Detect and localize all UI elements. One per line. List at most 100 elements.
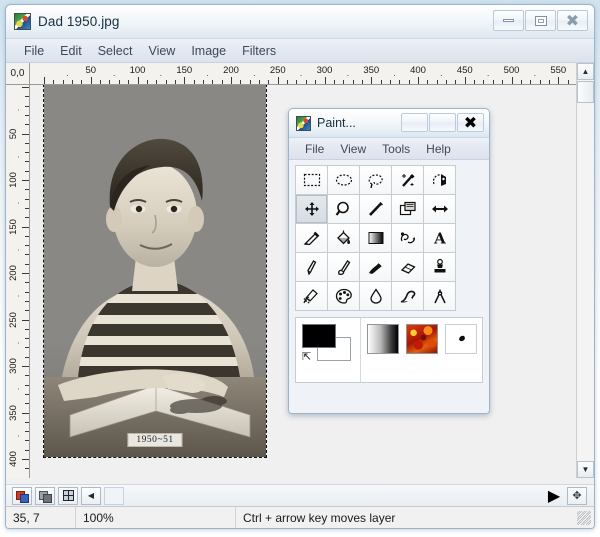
menu-image[interactable]: Image [183, 42, 234, 60]
ruler-tick [25, 468, 29, 470]
ruler-minor-mark: · [393, 70, 397, 80]
ruler-label: 100 [8, 172, 19, 188]
pan-grip-button[interactable]: ✥ [567, 486, 587, 505]
ruler-tick [25, 440, 29, 442]
ruler-minor-mark: · [299, 70, 303, 80]
move-tool[interactable] [296, 195, 328, 224]
minimize-button[interactable] [493, 10, 524, 31]
ruler-label: 200 [223, 65, 239, 76]
menu-view[interactable]: View [140, 42, 183, 60]
ruler-tick [221, 80, 223, 84]
ruler-tick [389, 80, 391, 84]
ruler-tick [62, 80, 64, 84]
ruler-tick [296, 80, 298, 84]
toolbox-close-button[interactable]: ✖ [457, 113, 484, 132]
lasso-select-tool[interactable] [360, 166, 392, 195]
ruler-tick [25, 198, 29, 200]
ruler-tick [202, 80, 204, 84]
text-tool[interactable]: A [424, 224, 456, 253]
menu-edit[interactable]: Edit [52, 42, 90, 60]
layers-color-icon-back [20, 493, 29, 503]
close-icon: ✖ [565, 10, 580, 30]
menu-file[interactable]: File [16, 42, 52, 60]
grid-button[interactable] [58, 486, 78, 505]
vertical-ruler[interactable]: 50 · 100 · 150 · 200 · 250 · 300 · 350 · 400 · [6, 85, 30, 478]
ruler-tick [446, 80, 448, 84]
layers-gray-button[interactable] [35, 486, 55, 505]
ruler-tick [174, 80, 176, 84]
toolbox-menu-view[interactable]: View [332, 140, 374, 158]
foreground-color-swatch[interactable] [302, 324, 336, 348]
ruler-tick [25, 189, 29, 191]
toolbox-titlebar[interactable]: Paint... ✖ [289, 109, 489, 138]
ruler-tick [418, 77, 419, 84]
resize-grip[interactable] [577, 511, 591, 525]
ruler-label: 300 [8, 358, 19, 374]
paintbrush-tool[interactable] [328, 253, 360, 282]
horizontal-ruler[interactable]: 50 · 100 · 150 · 200 · 250 · 300 · 350 · 400 · 450 · 500 · 5… [30, 63, 576, 85]
brush-chip[interactable] [445, 324, 477, 354]
pattern-chip[interactable] [406, 324, 438, 354]
toolbox-maximize-button[interactable] [429, 113, 456, 132]
pencil-tool[interactable] [296, 253, 328, 282]
toolbox-menu-file[interactable]: File [297, 140, 332, 158]
ruler-tick [25, 347, 29, 349]
scroll-right-button[interactable]: ▶ [544, 487, 564, 505]
scroll-down-button[interactable]: ▼ [577, 461, 594, 478]
toolbox-menu-help[interactable]: Help [418, 140, 459, 158]
toolbox-menu-tools[interactable]: Tools [374, 140, 418, 158]
blur-tool[interactable] [360, 282, 392, 311]
maximize-button[interactable] [525, 10, 556, 31]
eraser-tool[interactable] [392, 253, 424, 282]
gradient-tool[interactable] [360, 224, 392, 253]
status-zoom: 100% [76, 507, 236, 528]
ruler-tick [25, 300, 29, 302]
ruler-tick [25, 245, 29, 247]
menu-select[interactable]: Select [90, 42, 141, 60]
app-image-icon [296, 115, 311, 131]
rectangle-select-tool[interactable] [296, 166, 328, 195]
bucket-fill-tool[interactable] [328, 224, 360, 253]
main-titlebar[interactable]: Dad 1950.jpg ✖ [6, 5, 594, 39]
airbrush-tool[interactable] [296, 282, 328, 311]
ruler-tick [25, 161, 29, 163]
scroll-left-button[interactable]: ◀ [81, 486, 101, 505]
scissors-select-tool[interactable] [424, 166, 456, 195]
vertical-scroll-thumb[interactable] [577, 81, 594, 103]
ruler-tick [25, 310, 29, 312]
crop-tool[interactable] [392, 195, 424, 224]
ruler-tick [474, 80, 476, 84]
clone-stamp-tool[interactable] [424, 253, 456, 282]
vertical-scrollbar[interactable]: ▲ ▼ [576, 63, 594, 478]
ruler-label: 400 [8, 451, 19, 467]
toolbox-minimize-button[interactable] [401, 113, 428, 132]
layers-color-button[interactable] [12, 486, 32, 505]
ruler-label: 150 [8, 218, 19, 235]
ruler-minor-mark: · [252, 70, 256, 80]
magic-wand-tool[interactable] [392, 166, 424, 195]
swap-colors-icon[interactable]: ⇱ [302, 351, 314, 363]
ruler-tick [361, 80, 363, 84]
ruler-tick [44, 77, 45, 84]
smudge-tool[interactable] [392, 282, 424, 311]
color-picker-tool[interactable] [296, 224, 328, 253]
ink-tool[interactable] [360, 253, 392, 282]
measure-tool[interactable] [360, 195, 392, 224]
close-button[interactable]: ✖ [557, 10, 588, 31]
ruler-tick [436, 80, 438, 84]
ruler-tick [539, 80, 541, 84]
scroll-track[interactable] [104, 486, 124, 505]
zoom-tool[interactable] [328, 195, 360, 224]
perspective-clone-tool[interactable] [392, 224, 424, 253]
palette-tool[interactable] [328, 282, 360, 311]
svg-text:A: A [433, 230, 446, 248]
menu-filters[interactable]: Filters [234, 42, 284, 60]
scroll-up-button[interactable]: ▲ [577, 63, 594, 80]
image-layer[interactable]: 1950~51 [43, 85, 267, 458]
flip-tool[interactable] [424, 195, 456, 224]
ellipse-select-tool[interactable] [328, 166, 360, 195]
ruler-label: 350 [363, 65, 380, 76]
gradient-chip[interactable] [367, 324, 399, 354]
dodge-burn-tool[interactable] [424, 282, 456, 311]
ruler-tick [548, 80, 550, 84]
